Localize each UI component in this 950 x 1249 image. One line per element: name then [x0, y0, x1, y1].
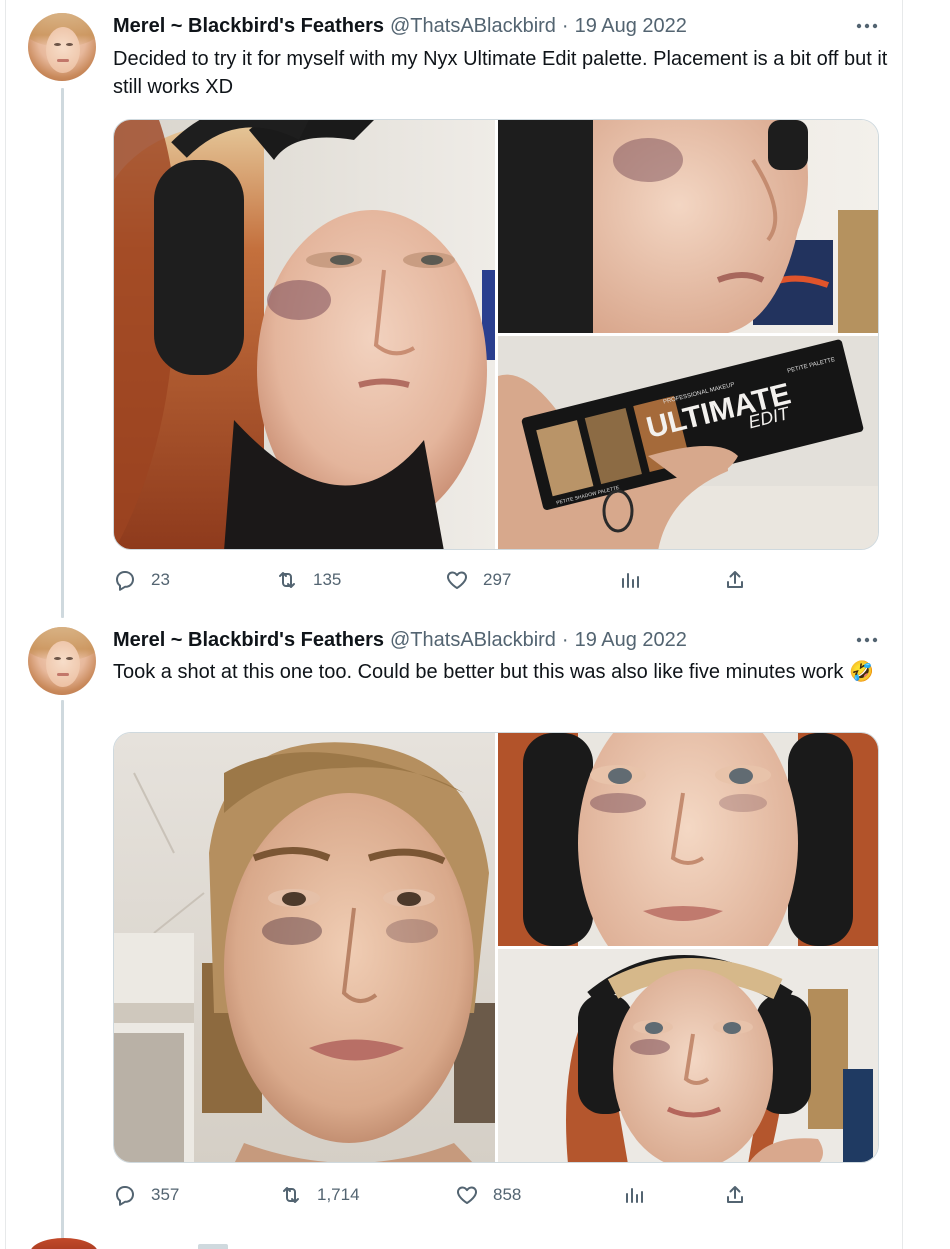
- author-handle[interactable]: @ThatsABlackbird: [390, 629, 556, 652]
- tweet-text: Decided to try it for myself with my Nyx…: [113, 48, 888, 98]
- reply-icon: [116, 571, 134, 591]
- tweet-date[interactable]: 19 Aug 2022: [575, 15, 687, 38]
- retweet-button[interactable]: 1,714: [279, 1182, 360, 1208]
- reply-count: 357: [151, 1185, 180, 1204]
- retweet-button[interactable]: 135: [275, 567, 341, 593]
- reply-button[interactable]: 357: [113, 1182, 179, 1208]
- tweet-text-body: Took a shot at this one too. Could be be…: [113, 661, 844, 683]
- media-photo[interactable]: [498, 120, 878, 333]
- author-name-partial: [198, 1244, 228, 1249]
- rofl-emoji: 🤣: [848, 661, 874, 683]
- reply-icon: [116, 1186, 134, 1206]
- retweet-icon: [279, 572, 295, 588]
- author-handle[interactable]: @ThatsABlackbird: [390, 15, 556, 38]
- separator: ·: [561, 628, 569, 651]
- views-button[interactable]: [622, 1182, 646, 1208]
- tweet[interactable]: Merel ~ Blackbird's Feathers @ThatsABlac…: [0, 614, 950, 1234]
- share-icon: [727, 571, 743, 588]
- avatar[interactable]: [28, 13, 96, 81]
- more-horizontal-icon[interactable]: [850, 627, 884, 653]
- share-button[interactable]: [723, 567, 747, 593]
- share-icon: [727, 1186, 743, 1203]
- media-photo[interactable]: [498, 949, 878, 1162]
- like-button[interactable]: 858: [455, 1182, 521, 1208]
- tweet-header: Merel ~ Blackbird's Feathers @ThatsABlac…: [113, 13, 687, 39]
- analytics-icon: [622, 573, 639, 588]
- tweet-text: Took a shot at this one too. Could be be…: [113, 658, 888, 686]
- retweet-icon: [283, 1187, 299, 1203]
- media-photo[interactable]: [114, 733, 495, 1162]
- like-button[interactable]: 297: [445, 567, 511, 593]
- retweet-count: 1,714: [317, 1185, 360, 1204]
- media-photo[interactable]: [498, 733, 878, 946]
- tweet-actions: 23 135 297: [113, 567, 763, 593]
- reply-count: 23: [151, 570, 170, 589]
- media-photo[interactable]: [114, 120, 495, 549]
- media-grid[interactable]: [113, 732, 879, 1163]
- author-name[interactable]: Merel ~ Blackbird's Feathers: [113, 629, 384, 652]
- media-photo[interactable]: ULTIMATE EDIT PROFESSIONAL MAKEUP PETITE…: [498, 336, 878, 549]
- analytics-icon: [626, 1188, 643, 1203]
- avatar[interactable]: [28, 627, 96, 695]
- author-name[interactable]: Merel ~ Blackbird's Feathers: [113, 15, 384, 38]
- tweet-actions: 357 1,714 858: [113, 1182, 763, 1208]
- media-grid[interactable]: ULTIMATE EDIT PROFESSIONAL MAKEUP PETITE…: [113, 119, 879, 550]
- heart-icon: [447, 571, 467, 589]
- share-button[interactable]: [723, 1182, 747, 1208]
- retweet-count: 135: [313, 570, 342, 589]
- reply-button[interactable]: 23: [113, 567, 170, 593]
- tweet-date[interactable]: 19 Aug 2022: [575, 629, 687, 652]
- tweet-header: Merel ~ Blackbird's Feathers @ThatsABlac…: [113, 627, 687, 653]
- like-count: 297: [483, 570, 512, 589]
- separator: ·: [561, 14, 569, 37]
- avatar[interactable]: [30, 1238, 98, 1249]
- tweet[interactable]: Merel ~ Blackbird's Feathers @ThatsABlac…: [0, 0, 950, 610]
- heart-icon: [457, 1186, 477, 1204]
- like-count: 858: [493, 1185, 522, 1204]
- views-button[interactable]: [618, 567, 642, 593]
- more-horizontal-icon[interactable]: [850, 13, 884, 39]
